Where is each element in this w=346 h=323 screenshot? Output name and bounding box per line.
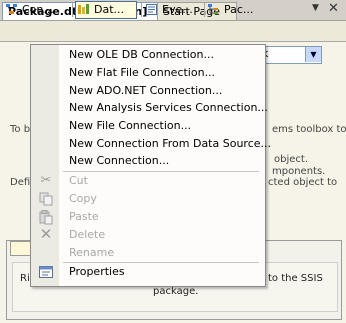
dropdown-arrow-icon[interactable]: ▼ [312, 3, 319, 13]
menu-item-new-analysis-services-connection[interactable]: New Analysis Services Connection... [69, 99, 268, 117]
menu-item-new-oledb-connection[interactable]: New OLE DB Connection... [69, 46, 214, 64]
chevron-down-icon[interactable]: ▼ [305, 47, 321, 62]
tab-package-explorer-label: Pac... [224, 3, 254, 16]
properties-icon [38, 264, 54, 280]
hint-text-left: Defi [10, 177, 31, 188]
tab-separator [72, 3, 73, 17]
menu-item-paste[interactable]: Paste [69, 208, 99, 226]
menu-item-properties[interactable]: Properties [69, 263, 125, 281]
tab-separator [141, 3, 142, 17]
menu-item-new-connection-from-data-source[interactable]: New Connection From Data Source... [69, 135, 271, 153]
connection-managers-tab[interactable] [10, 241, 32, 256]
close-icon[interactable]: ✕ [328, 1, 339, 16]
tab-separator [204, 3, 205, 17]
hint-text-right: cted object to [268, 177, 338, 188]
menu-item-new-adonet-connection[interactable]: New ADO.NET Connection... [69, 82, 222, 100]
paste-icon [38, 209, 54, 225]
tab-data-flow[interactable]: Dat... [75, 1, 137, 19]
menu-item-delete[interactable]: Delete [69, 226, 105, 244]
menu-item-new-connection[interactable]: New Connection... [69, 152, 169, 170]
tab-data-flow-label: Dat... [94, 3, 125, 16]
menu-item-rename[interactable]: Rename [69, 244, 114, 262]
hint-text-left: To b [10, 124, 31, 135]
event-handlers-icon [146, 4, 158, 15]
tab-package-explorer[interactable]: Pac... [208, 1, 268, 18]
hint-text-right: ems toolbox to [272, 124, 346, 135]
tab-event-handlers[interactable]: Eve... [146, 1, 204, 18]
package-explorer-icon [208, 4, 220, 15]
tab-control-flow[interactable]: Con... [6, 1, 72, 18]
cut-icon: ✂ [40, 173, 52, 188]
panel-text-right: to the SSIS [268, 273, 323, 284]
menu-item-new-file-connection[interactable]: New File Connection... [69, 117, 191, 135]
menu-item-cut[interactable]: Cut [69, 172, 88, 190]
hint-text-right: mponents. [272, 166, 326, 177]
tab-event-handlers-label: Eve... [162, 3, 193, 16]
data-flow-icon [78, 4, 90, 15]
hint-text-right: object. [274, 154, 308, 165]
designer-tabs-bar [0, 21, 346, 42]
panel-text-left: Ri [20, 273, 30, 284]
panel-text-line2: package. [153, 286, 199, 297]
menu-item-new-flat-file-connection[interactable]: New Flat File Connection... [69, 64, 215, 82]
menu-separator [63, 171, 259, 172]
context-menu-icon-gutter [31, 45, 59, 286]
delete-icon: ✕ [39, 225, 53, 243]
menu-item-copy[interactable]: Copy [69, 190, 97, 208]
copy-icon [38, 191, 54, 207]
tab-control-flow-label: Con... [22, 3, 54, 16]
control-flow-icon [6, 4, 18, 15]
